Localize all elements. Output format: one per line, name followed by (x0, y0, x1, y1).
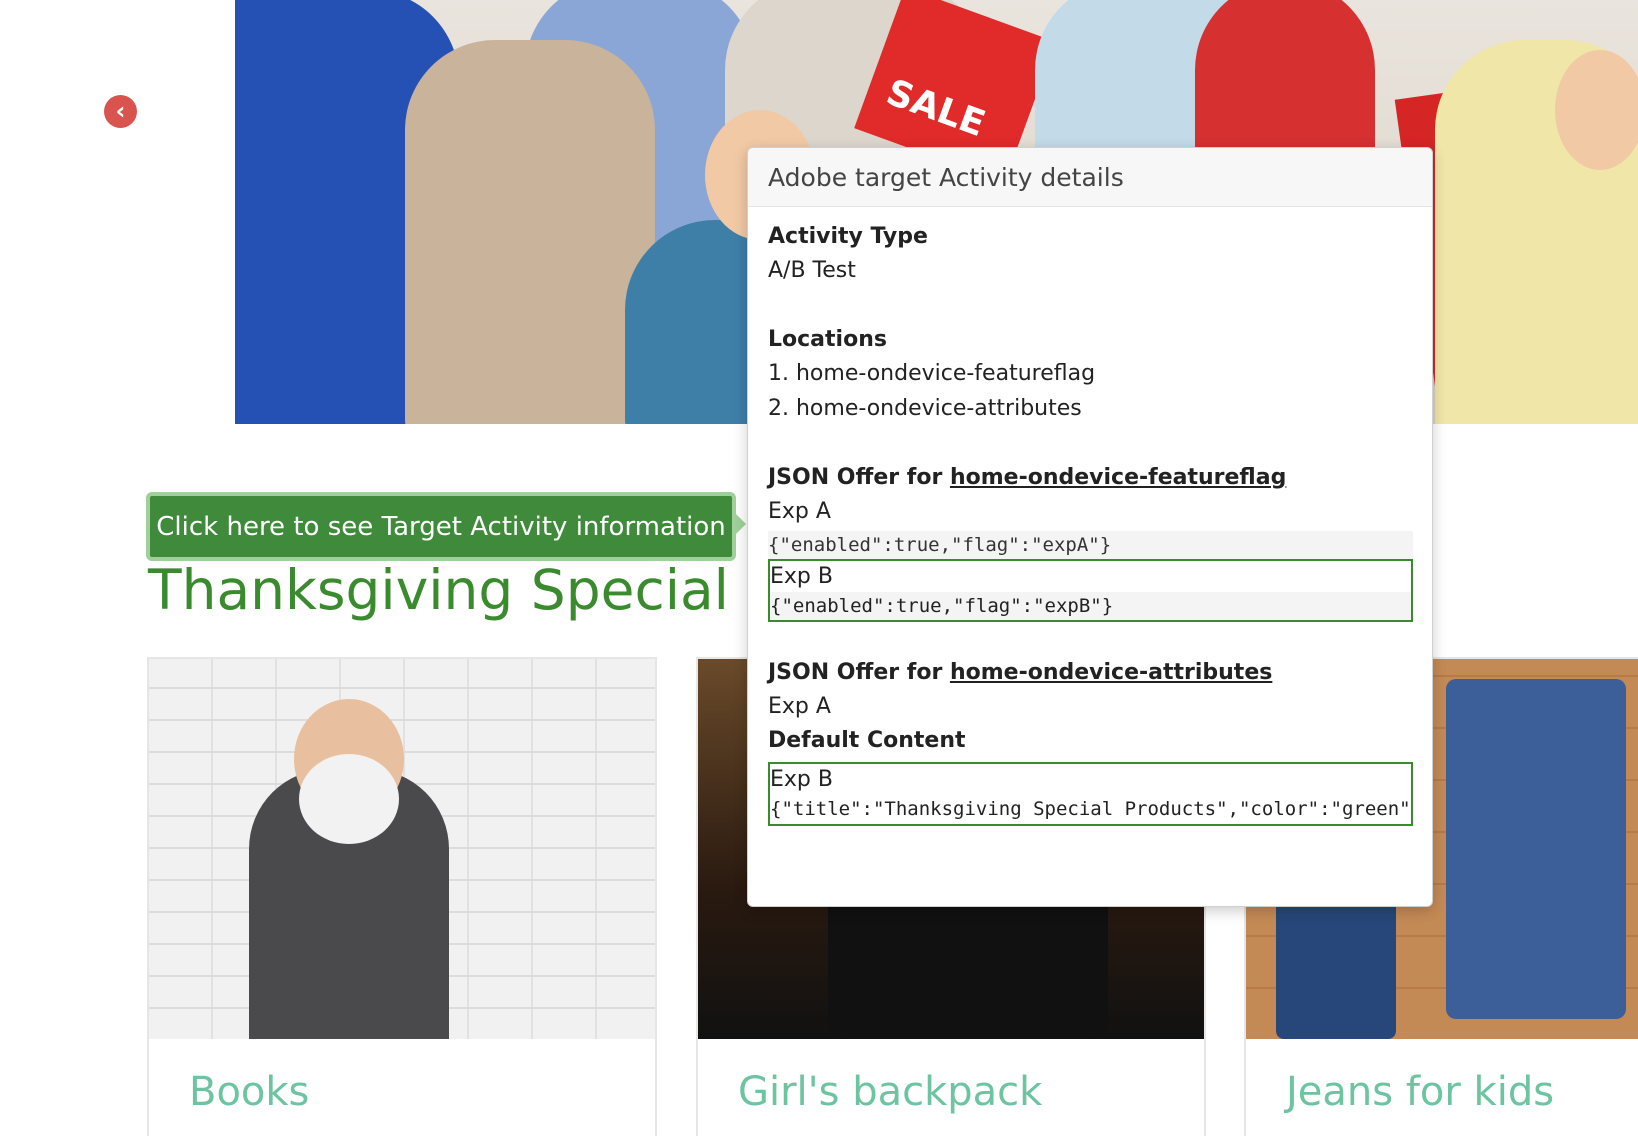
target-activity-info-button[interactable]: Click here to see Target Activity inform… (146, 492, 736, 561)
chevron-left-icon: ‹ (115, 97, 126, 125)
exp-b-highlight: Exp B {"enabled":true,"flag":"expB"} (768, 559, 1413, 622)
location-item: 2. home-ondevice-attributes (768, 396, 1082, 421)
offer-heading-prefix: JSON Offer for (768, 465, 950, 490)
exp-b-label: Exp B (770, 767, 833, 792)
carousel-prev-button[interactable]: ‹ (104, 95, 137, 128)
product-card[interactable]: Books (147, 657, 657, 1136)
offer-heading: JSON Offer for home-ondevice-attributes (768, 660, 1272, 685)
activity-details-popover: Adobe target Activity details Activity T… (747, 147, 1433, 907)
cta-pointer-arrow (733, 511, 746, 537)
product-title[interactable]: Jeans for kids (1286, 1069, 1554, 1115)
exp-a-label: Exp A (768, 499, 831, 524)
activity-type-value: A/B Test (768, 258, 856, 283)
activity-type-label: Activity Type (768, 224, 928, 249)
exp-b-json: {"enabled":true,"flag":"expB"} (770, 592, 1411, 620)
offer-location-link[interactable]: home-ondevice-attributes (950, 660, 1272, 685)
product-image-figure (299, 754, 399, 844)
hero-face (1555, 50, 1638, 170)
default-content-label: Default Content (768, 728, 966, 753)
product-image-figure (1446, 679, 1626, 1019)
product-title[interactable]: Books (189, 1069, 309, 1115)
locations-label: Locations (768, 327, 887, 352)
exp-b-json: {"title":"Thanksgiving Special Products"… (770, 795, 1411, 823)
exp-a-label: Exp A (768, 694, 831, 719)
popover-title: Adobe target Activity details (748, 148, 1432, 207)
location-item: 1. home-ondevice-featureflag (768, 361, 1096, 386)
offer-heading: JSON Offer for home-ondevice-featureflag (768, 465, 1286, 490)
exp-b-label: Exp B (770, 564, 833, 589)
product-image[interactable] (149, 659, 655, 1039)
cta-label: Click here to see Target Activity inform… (156, 511, 726, 542)
offer-heading-prefix: JSON Offer for (768, 660, 950, 685)
exp-a-json: {"enabled":true,"flag":"expA"} (768, 531, 1413, 559)
exp-b-highlight: Exp B {"title":"Thanksgiving Special Pro… (768, 762, 1413, 826)
product-title[interactable]: Girl's backpack (738, 1069, 1042, 1115)
hero-person (405, 40, 655, 424)
offer-location-link[interactable]: home-ondevice-featureflag (950, 465, 1286, 490)
